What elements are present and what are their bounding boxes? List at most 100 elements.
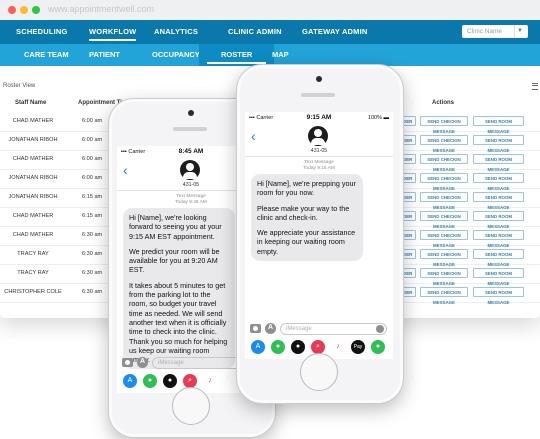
appstore-icon[interactable]: A [251,340,265,354]
message-bubble: Hi [Name], we're looking forward to seei… [123,208,235,370]
tab-patient[interactable]: PATIENT [89,44,120,66]
staff-name-cell: JONATHAN RIBOH [8,175,58,181]
send-checkin-message-button[interactable]: SEND CHECKIN MESSAGE [420,268,468,286]
phone-right: ▪▪▪ Carrier 9:15 AM 100% ▬ ‹ 431-05 Text… [236,64,404,404]
send-room-message-button[interactable]: SEND ROOM MESSAGE [473,211,524,229]
send-checkin-message-button[interactable]: SEND CHECKIN MESSAGE [420,135,468,153]
message-paragraph: Hi [Name], we're looking forward to seei… [129,213,222,241]
header-actions: Actions [432,100,455,106]
front-camera [188,110,194,116]
staff-name-cell: CHRISTOPHER COLE [4,289,62,295]
activity-icon[interactable]: ● [271,340,285,354]
maximize-window-button[interactable] [32,6,40,14]
message-paragraph: Please make your way to the clinic and c… [257,203,350,222]
send-checkin-message-button[interactable]: SEND CHECKIN MESSAGE [420,192,468,210]
nav-scheduling[interactable]: SCHEDULING [16,20,68,44]
contact-avatar[interactable] [180,160,200,180]
send-room-message-button[interactable]: SEND ROOM MESSAGE [473,154,524,172]
address-bar[interactable]: www.appointmentwell.com [48,4,154,14]
search-icon[interactable]: ⌕ [311,340,325,354]
status-bar: ▪▪▪ Carrier 9:15 AM 100% ▬ [245,112,393,124]
compose-bar: iMessage [245,321,393,337]
appointment-time-cell: 6:15 am [82,194,103,200]
send-checkin-message-button[interactable]: SEND CHECKIN MESSAGE [420,154,468,172]
send-room-message-button[interactable]: SEND ROOM MESSAGE [473,192,524,210]
send-checkin-message-button[interactable]: SEND CHECKIN MESSAGE [420,211,468,229]
header-staff-name: Staff Name [15,100,47,106]
staff-name-cell: CHAD MATHER [12,213,54,219]
appstore-icon[interactable] [265,323,276,334]
appstore-icon[interactable] [137,357,148,368]
music-icon[interactable]: ♪ [203,374,217,388]
nav-clinic-admin[interactable]: CLINIC ADMIN [228,20,282,44]
appstore-icon[interactable]: A [123,374,137,388]
contact-avatar[interactable] [308,126,328,146]
send-room-message-button[interactable]: SEND ROOM MESSAGE [473,116,524,134]
tab-roster[interactable]: ROSTER [199,44,275,66]
back-icon[interactable]: ‹ [251,129,256,143]
appointment-time-cell: 6:00 am [82,175,103,181]
staff-name-cell: JONATHAN RIBOH [8,137,58,143]
message-paragraph: We predict your room will be available f… [129,246,220,275]
search-icon[interactable]: ⌕ [183,374,197,388]
staff-name-cell: CHAD MATHER [12,118,54,124]
send-room-message-button[interactable]: SEND ROOM MESSAGE [473,135,524,153]
activity-icon[interactable]: ● [371,340,385,354]
nav-analytics[interactable]: ANALYTICS [154,20,198,44]
send-checkin-message-button[interactable]: SEND CHECKIN MESSAGE [420,249,468,267]
header-divider [245,156,393,157]
message-bubble: Hi [Name], we're prepping your room for … [251,174,363,262]
back-icon[interactable]: ‹ [123,163,128,177]
appointment-time-cell: 6:15 am [82,213,103,219]
send-room-message-button[interactable]: SEND ROOM MESSAGE [473,173,524,191]
battery-status: 100% ▬ [367,115,389,121]
message-paragraph: We appreciate your assistance in keeping… [257,228,356,256]
appointment-time-cell: 6:30 am [82,251,103,257]
send-checkin-message-button[interactable]: SEND CHECKIN MESSAGE [420,116,468,134]
camera-icon[interactable] [122,358,133,367]
send-room-message-button[interactable]: SEND ROOM MESSAGE [473,230,524,248]
music-icon[interactable]: ♪ [331,340,345,354]
staff-name-cell: CHAD MATHER [12,156,54,162]
menu-icon[interactable] [532,83,538,90]
tab-occupancy[interactable]: OCCUPANCY [152,44,200,66]
home-button[interactable] [172,387,210,425]
send-checkin-message-button[interactable]: SEND CHECKIN MESSAGE [420,287,468,305]
activity-icon[interactable]: ● [143,374,157,388]
minimize-window-button[interactable] [20,6,28,14]
message-paragraph: Hi [Name], we're prepping your room for … [257,179,356,198]
tab-map[interactable]: MAP [272,44,289,66]
send-room-message-button[interactable]: SEND ROOM MESSAGE [473,249,524,267]
message-input[interactable]: iMessage [280,323,387,335]
tab-care-team[interactable]: CARE TEAM [24,44,69,66]
close-window-button[interactable] [8,6,16,14]
send-checkin-message-button[interactable]: SEND CHECKIN MESSAGE [420,173,468,191]
pay-icon[interactable]: Pay [351,340,365,354]
staff-name-cell: TRACY RAY [17,270,49,276]
message-paragraph: It takes about 5 minutes to get from the… [129,280,228,364]
send-room-message-button[interactable]: SEND ROOM MESSAGE [473,287,524,305]
camera-icon[interactable] [250,324,261,333]
contact-name: 431-05 [310,148,328,154]
staff-name-cell: JONATHAN RIBOH [8,194,58,200]
chevron-down-icon: ▼ [514,25,525,38]
memoji-icon[interactable]: ● [163,374,177,388]
nav-workflow[interactable]: WORKFLOW [89,20,137,44]
appointment-time-cell: 6:00 am [82,156,103,162]
clinic-select[interactable]: Clinic Name ▼ [462,25,528,38]
appointment-time-cell: 6:00 am [82,118,103,124]
home-button[interactable] [300,353,338,391]
send-room-message-button[interactable]: SEND ROOM MESSAGE [473,268,524,286]
front-camera [316,76,322,82]
secondary-nav: CARE TEAM PATIENT OCCUPANCY ROSTER MAP [0,44,540,66]
earpiece-speaker [301,93,335,97]
primary-nav: SCHEDULING WORKFLOW ANALYTICS CLINIC ADM… [0,20,540,44]
memoji-icon[interactable]: ● [291,340,305,354]
microphone-icon[interactable] [376,325,384,333]
send-checkin-message-button[interactable]: SEND CHECKIN MESSAGE [420,230,468,248]
appointment-time-cell: 6:30 am [82,289,103,295]
message-timestamp: Today 9:15 AM [303,166,335,171]
staff-name-cell: TRACY RAY [17,251,49,257]
message-meta: Text Message Today 9:15 AM [245,160,393,172]
nav-gateway-admin[interactable]: GATEWAY ADMIN [302,20,368,44]
